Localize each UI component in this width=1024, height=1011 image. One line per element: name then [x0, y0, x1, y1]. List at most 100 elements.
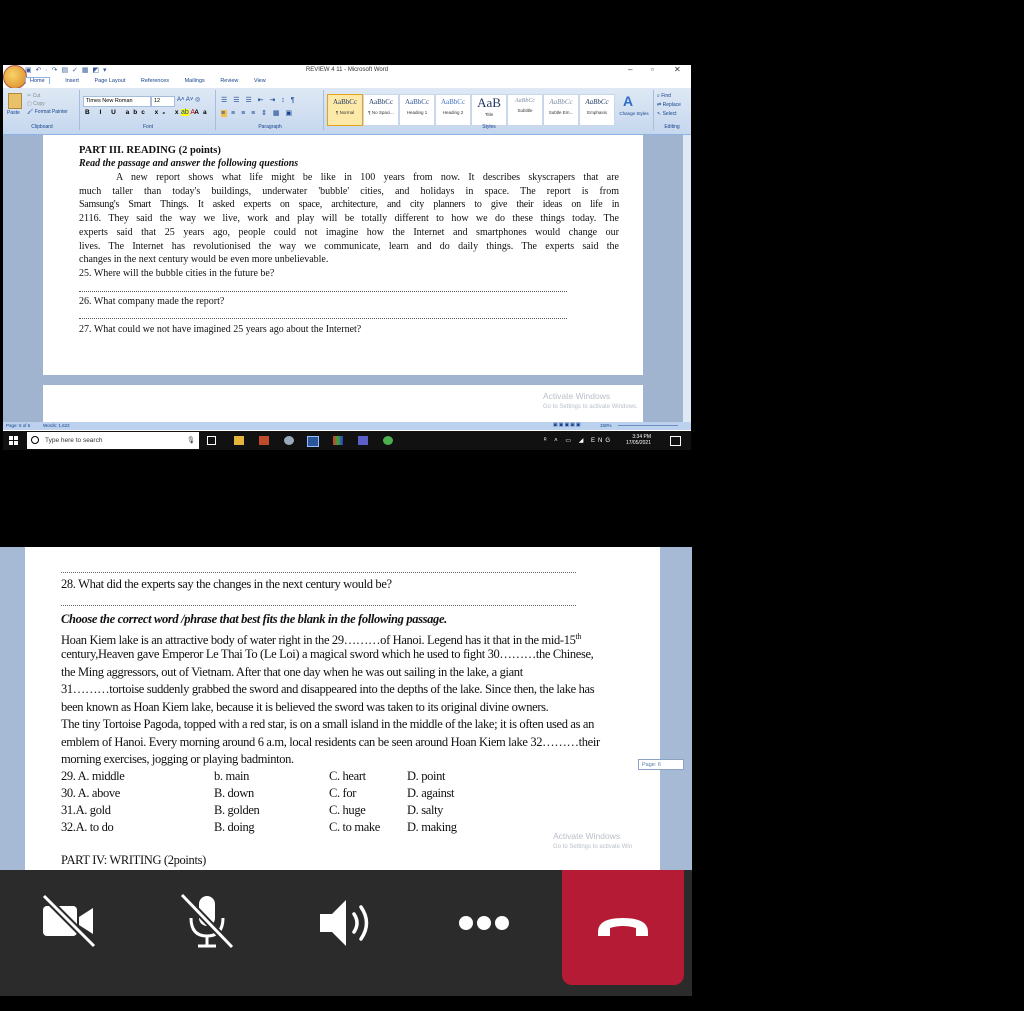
file-explorer-icon[interactable]: [234, 436, 244, 445]
find-button[interactable]: ⌕ Find: [657, 93, 671, 99]
style-no-spacing[interactable]: AaBbCc ¶ No Spaci...: [363, 94, 399, 126]
list-icons[interactable]: ☰ ☰ ☰ ⇤ ⇥ ↕ ¶: [221, 96, 297, 104]
cloze-line-2: century,Heaven gave Emperor Le Thai To (…: [61, 647, 594, 661]
ribbon: Paste ✂ Cut ▢ Copy 🖌 Format Painter Clip…: [3, 88, 691, 135]
question-25: 25. Where will the bubble cities in the …: [79, 268, 275, 279]
windows-start-icon[interactable]: [9, 436, 18, 445]
answer-line-28: [61, 605, 576, 606]
page-indicator: Page: 6: [638, 759, 684, 770]
mic-toggle-button[interactable]: [177, 890, 239, 996]
change-styles-button[interactable]: Change Styles: [619, 111, 649, 116]
cloze-line-6: The tiny Tortoise Pagoda, topped with a …: [61, 717, 595, 731]
tab-mailings[interactable]: Mailings: [185, 78, 205, 84]
minimize-icon[interactable]: –: [628, 65, 632, 74]
font-name-box[interactable]: Times New Roman: [83, 96, 151, 107]
reading-instruction: Read the passage and answer the followin…: [79, 158, 299, 169]
word-count[interactable]: Words: 1,622: [43, 423, 70, 428]
select-button[interactable]: ↖ Select: [657, 111, 677, 117]
teams-icon[interactable]: [358, 436, 368, 445]
tab-insert[interactable]: Insert: [65, 78, 79, 84]
speaker-button[interactable]: [316, 892, 378, 998]
notification-icon[interactable]: [670, 436, 681, 446]
word-app-icon[interactable]: [307, 436, 319, 447]
grow-font-icon[interactable]: A˄ A˅ ◎: [177, 96, 200, 103]
tab-references[interactable]: References: [141, 78, 169, 84]
status-bar: Page: 5 of 6 Words: 1,622 ▣▣▣▣▣ 150%: [3, 422, 691, 430]
tab-page-layout[interactable]: Page Layout: [95, 78, 126, 84]
speaker-icon: [320, 900, 369, 946]
activate-windows-watermark: Activate Windows Go to Settings to activ…: [543, 391, 638, 410]
page-count[interactable]: Page: 5 of 6: [6, 423, 30, 428]
view-buttons[interactable]: ▣▣▣▣▣: [553, 422, 582, 428]
maximize-icon[interactable]: ▫: [651, 65, 654, 74]
mic-off-icon: [179, 892, 235, 950]
option-31-a: 31.A. gold: [61, 803, 111, 817]
system-tray-icons[interactable]: ᴿ ˄ ▭ ◢ ENG: [544, 437, 613, 444]
option-30-d: D. against: [407, 786, 455, 800]
tab-review[interactable]: Review: [220, 78, 238, 84]
passage-line-6: lives. The Internet has revolutionised t…: [79, 241, 619, 252]
editing-group: ⌕ Find ⇄ Replace ↖ Select Editing: [655, 90, 689, 130]
highlight-icon[interactable]: ab A: [181, 109, 195, 116]
chrome-icon[interactable]: [383, 436, 393, 445]
camera-off-icon: [41, 893, 97, 949]
style-subtitle[interactable]: AaBbCc Subtitle: [507, 94, 543, 126]
end-call-button[interactable]: [562, 870, 684, 985]
style-subtle-emphasis[interactable]: AaBbCc Subtle Em...: [543, 94, 579, 126]
style-normal[interactable]: AaBbCc ¶ Normal: [327, 94, 363, 126]
quick-access-toolbar[interactable]: ▣ ↶ · ↷ ▤ ✓ ▦ ◩ ▾: [25, 66, 107, 74]
option-32-c: C. to make: [329, 820, 381, 834]
option-29-b: b. main: [214, 769, 250, 783]
style-emphasis[interactable]: AaBbCc Emphasis: [579, 94, 615, 126]
clock[interactable]: 3:34 PM 17/05/2021: [625, 434, 651, 446]
replace-button[interactable]: ⇄ Replace: [657, 102, 681, 108]
cloze-line-8: morning exercises, jogging or playing ba…: [61, 752, 294, 766]
option-30-c: C. for: [329, 786, 357, 800]
option-29-c: C. heart: [329, 769, 366, 783]
app-icon-1[interactable]: [259, 436, 269, 445]
alignment-icons[interactable]: ≡ ≡ ≡ ≡ ⇕ ▦ ▣: [221, 109, 294, 117]
style-heading-2[interactable]: AaBbCc Heading 2: [435, 94, 471, 126]
option-29-a: 29. A. middle: [61, 769, 125, 783]
font-size-box[interactable]: 12: [151, 96, 175, 107]
tab-view[interactable]: View: [254, 78, 266, 84]
style-title[interactable]: AaB Title: [471, 94, 507, 126]
clipboard-label: Clipboard: [31, 124, 53, 130]
app-icon-2[interactable]: [284, 436, 294, 445]
paste-icon[interactable]: [8, 93, 22, 109]
vertical-scrollbar[interactable]: [683, 135, 691, 425]
change-styles-icon[interactable]: A: [623, 93, 633, 109]
paste-button[interactable]: Paste: [7, 110, 20, 116]
option-32-a: 32.A. to do: [61, 820, 114, 834]
app-icon-3[interactable]: [333, 436, 343, 445]
more-options-button[interactable]: [456, 905, 512, 1011]
zoom-slider[interactable]: [618, 425, 678, 426]
close-icon[interactable]: ✕: [674, 65, 681, 74]
font-label: Font: [142, 124, 153, 130]
styles-group: AaBbCc ¶ Normal AaBbCc ¶ No Spaci... AaBbC…: [325, 90, 654, 130]
camera-toggle-button[interactable]: [38, 890, 100, 996]
passage-line-2: much taller than today's buildings, unde…: [79, 186, 619, 197]
cloze-line-4: 31………tortoise suddenly grabbed the sword…: [61, 682, 595, 696]
style-heading-1[interactable]: AaBbCc Heading 1: [399, 94, 435, 126]
zoom-level[interactable]: 150%: [600, 423, 612, 428]
taskbar-search[interactable]: Type here to search 🎙: [27, 432, 199, 449]
cloze-line-7: emblem of Hanoi. Every morning around 6 …: [61, 735, 600, 749]
passage-line-5: experts said that 25 years ago, people c…: [79, 227, 619, 238]
cloze-instruction: Choose the correct word /phrase that bes…: [61, 612, 447, 626]
cut-button[interactable]: ✂ Cut: [27, 93, 40, 99]
reading-heading: PART III. READING (2 points): [79, 145, 221, 156]
tab-home[interactable]: Home: [25, 77, 50, 84]
office-button-icon[interactable]: [3, 65, 27, 89]
question-27: 27. What could we not have imagined 25 y…: [79, 324, 362, 335]
copy-button[interactable]: ▢ Copy: [27, 101, 45, 107]
format-painter-button[interactable]: 🖌 Format Painter: [27, 109, 68, 115]
clock-date: 17/05/2021: [625, 439, 651, 446]
microphone-icon[interactable]: 🎙: [187, 432, 195, 449]
option-30-b: B. down: [214, 786, 254, 800]
task-view-icon[interactable]: [207, 436, 216, 445]
option-31-c: C. huge: [329, 803, 366, 817]
title-bar: REVIEW 4 11 - Microsoft Word ▣ ↶ · ↷ ▤ ✓…: [3, 65, 691, 77]
language-indicator[interactable]: ENG: [591, 438, 613, 444]
clipboard-group: Paste ✂ Cut ▢ Copy 🖌 Format Painter Clip…: [5, 90, 80, 130]
